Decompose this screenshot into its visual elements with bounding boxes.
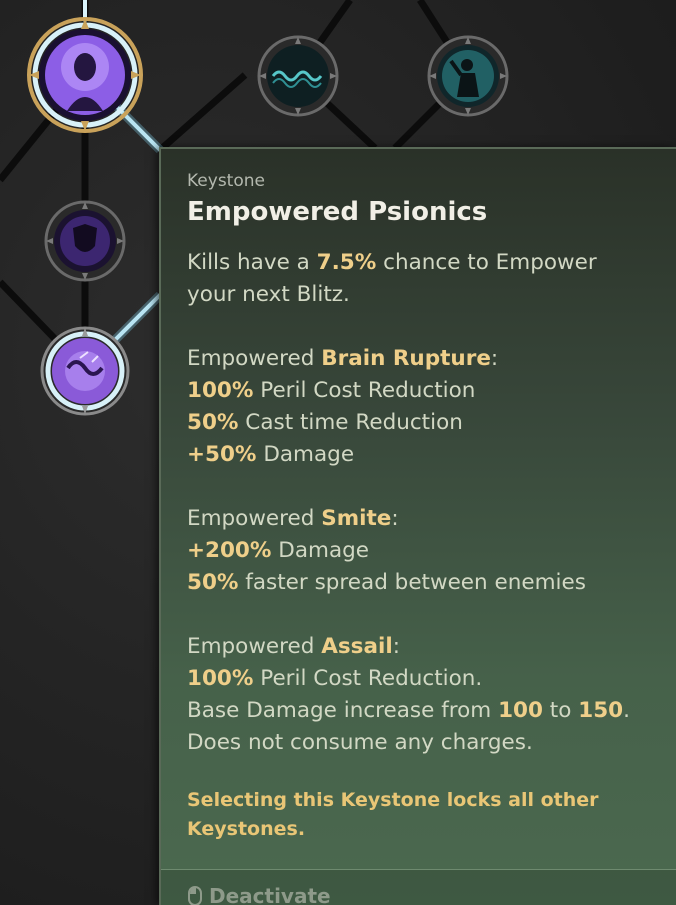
section-heading: Empowered Brain Rupture:: [187, 346, 499, 371]
effect-line: Base Damage increase from 100 to 150.: [187, 698, 630, 723]
talent-tree-screen: Keystone Empowered Psionics Kills have a…: [0, 0, 676, 905]
deactivate-button[interactable]: Deactivate: [187, 884, 331, 905]
wave-pattern-icon: [257, 35, 339, 117]
tooltip-intro: Kills have a 7.5% chance to Empower your…: [187, 247, 666, 311]
section-brain-rupture: Empowered Brain Rupture: 100% Peril Cost…: [187, 343, 666, 471]
tooltip-category: Keystone: [187, 171, 265, 191]
shield-icon: [44, 200, 126, 282]
intro-line-2: your next Blitz.: [187, 282, 350, 307]
intro-chance-value: 7.5%: [316, 250, 377, 275]
section-smite: Empowered Smite: +200% Damage 50% faster…: [187, 503, 666, 599]
section-heading: Empowered Assail:: [187, 634, 400, 659]
section-assail: Empowered Assail: 100% Peril Cost Reduct…: [187, 631, 666, 759]
deactivate-label: Deactivate: [209, 884, 331, 905]
keystone-lock-warning: Selecting this Keystone locks all other …: [187, 789, 599, 840]
intro-line-1: Kills have a 7.5% chance to Empower: [187, 250, 597, 275]
effect-line: 100% Peril Cost Reduction.: [187, 666, 483, 691]
effect-line: Does not consume any charges.: [187, 730, 533, 755]
blitz-node-figure[interactable]: [427, 35, 509, 117]
mouse-icon: [188, 886, 202, 905]
keystone-node-selected[interactable]: [27, 17, 143, 133]
brain-rupture-icon: [40, 326, 130, 416]
talent-node-shield[interactable]: [44, 200, 126, 282]
figure-cast-icon: [427, 35, 509, 117]
blitz-node-brain-rupture[interactable]: [40, 326, 130, 416]
effect-line: 50% Cast time Reduction: [187, 410, 463, 435]
effect-line: 100% Peril Cost Reduction: [187, 378, 476, 403]
psionic-head-icon: [27, 17, 143, 133]
blitz-node-wave[interactable]: [257, 35, 339, 117]
tooltip-footer: Deactivate: [161, 869, 676, 905]
effect-line: +50% Damage: [187, 442, 355, 467]
tooltip-title: Empowered Psionics: [187, 197, 488, 227]
talent-tooltip: Keystone Empowered Psionics Kills have a…: [159, 147, 676, 905]
effect-line: +200% Damage: [187, 538, 369, 563]
section-heading: Empowered Smite:: [187, 506, 399, 531]
effect-line: 50% faster spread between enemies: [187, 570, 586, 595]
